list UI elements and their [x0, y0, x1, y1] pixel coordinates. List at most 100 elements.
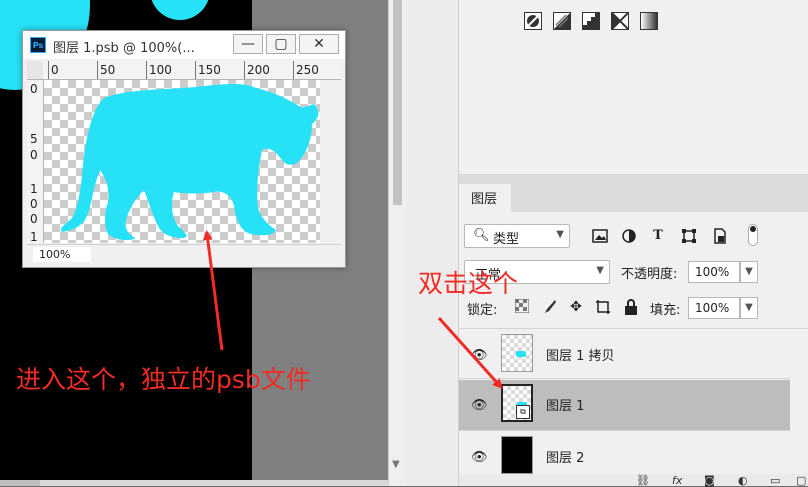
zoom-field[interactable]: 100%: [33, 247, 91, 262]
type-layer-filter-icon[interactable]: T: [650, 228, 666, 244]
filter-toggle[interactable]: [748, 224, 758, 246]
smart-object-badge-icon: ⧉: [516, 405, 530, 419]
layer-filter-value: 类型: [493, 232, 520, 247]
ruler-tick-label: 1: [30, 230, 38, 243]
tiger-silhouette: [60, 84, 319, 241]
canvas-vertical-scrollbar[interactable]: ▼: [388, 0, 407, 486]
ruler-tick-label: 0: [51, 63, 59, 77]
opacity-dropdown[interactable]: ▼: [740, 261, 758, 283]
canvas-cyan-shape-2: [150, 0, 210, 20]
fill-input[interactable]: 100%: [688, 297, 740, 319]
gradient-map-icon[interactable]: [640, 12, 658, 30]
lock-position-icon[interactable]: ✥: [568, 299, 584, 315]
eye-icon[interactable]: 👁︎: [471, 348, 488, 363]
ruler-tick: [97, 61, 98, 79]
layer-filter-select[interactable]: 🔍︎ 类型 ▼: [464, 224, 570, 248]
fill-dropdown[interactable]: ▼: [740, 297, 758, 319]
maximize-icon: ▢: [274, 36, 288, 52]
scroll-down-icon[interactable]: ▼: [392, 459, 400, 470]
ruler-tick-label: 0: [30, 197, 38, 211]
ruler-tick: [48, 61, 49, 79]
minimize-button[interactable]: —: [233, 34, 263, 54]
ruler-tick-label: 150: [198, 63, 221, 77]
ruler-tick: [195, 61, 196, 79]
layer-name[interactable]: 图层 1: [546, 395, 584, 414]
fill-label: 填充:: [650, 303, 681, 318]
tab-layers-label: 图层: [471, 192, 498, 207]
threshold-icon[interactable]: [611, 12, 629, 30]
scrollbar-thumb[interactable]: [0, 480, 40, 486]
black-white-icon[interactable]: [553, 12, 571, 30]
adjustment-icon[interactable]: ◐: [738, 474, 748, 487]
layers-scrollbar[interactable]: [790, 330, 808, 475]
eye-icon[interactable]: 👁︎: [471, 398, 488, 413]
ruler-tick-label: 50: [100, 63, 116, 77]
canvas-horizontal-scrollbar[interactable]: [0, 480, 388, 486]
annotation-double-click: 双击这个: [418, 269, 519, 298]
row-separator: [459, 430, 808, 431]
opacity-label: 不透明度:: [621, 267, 678, 282]
mask-icon[interactable]: ◙: [704, 474, 715, 487]
pixel-layer-filter-icon[interactable]: [592, 228, 608, 244]
layer-row-copy[interactable]: 👁︎ 图层 1 拷贝: [459, 330, 808, 380]
scrollbar-thumb[interactable]: [393, 0, 402, 205]
ruler-tick-label: 5: [30, 132, 38, 146]
row-separator: [459, 378, 808, 379]
ruler-tick-label: 1: [30, 182, 38, 196]
folder-icon[interactable]: ▭: [770, 474, 780, 487]
fx-icon[interactable]: fx: [672, 474, 682, 487]
chevron-down-icon: ▼: [596, 265, 604, 276]
smart-object-thumbnail[interactable]: ⧉: [501, 384, 533, 422]
close-button[interactable]: ✕: [299, 34, 339, 54]
adjustment-layer-filter-icon[interactable]: [621, 228, 637, 244]
layers-tabbar: [511, 184, 808, 212]
tab-layers[interactable]: 图层: [459, 184, 511, 212]
new-layer-icon[interactable]: ▢: [796, 474, 806, 487]
ruler-tick-label: 250: [296, 63, 319, 77]
document-titlebar[interactable]: Ps 图层 1.psb @ 100%(... — ▢ ✕: [23, 31, 345, 59]
selective-color-icon[interactable]: [524, 12, 542, 30]
lock-all-icon[interactable]: [623, 299, 639, 315]
lock-label: 锁定:: [467, 303, 498, 318]
ruler-tick: [293, 61, 294, 79]
layers-footer: [459, 474, 808, 486]
ruler-origin[interactable]: [27, 61, 44, 80]
layer-thumbnail[interactable]: [501, 334, 533, 372]
document-canvas[interactable]: [44, 80, 320, 243]
layer-name[interactable]: 图层 1 拷贝: [546, 345, 615, 364]
psb-document-window[interactable]: Ps 图层 1.psb @ 100%(... — ▢ ✕ 0 50 100 15…: [22, 30, 346, 268]
minimize-icon: —: [241, 36, 255, 52]
photoshop-icon: Ps: [30, 37, 46, 53]
vertical-ruler[interactable]: 0 5 0 1 0 0 1: [27, 80, 44, 243]
opacity-input[interactable]: 100%: [688, 261, 740, 283]
search-icon: 🔍︎: [473, 228, 490, 243]
layer-thumbnail[interactable]: [501, 436, 533, 474]
shape-layer-filter-icon[interactable]: [681, 228, 697, 244]
maximize-button[interactable]: ▢: [266, 34, 296, 54]
panel-separator: [459, 174, 808, 184]
document-statusbar: 100%: [27, 244, 341, 265]
layer-row-smart-object[interactable]: 👁︎ ⧉ 图层 1: [459, 380, 808, 430]
close-icon: ✕: [313, 36, 325, 52]
eye-icon[interactable]: 👁︎: [471, 450, 488, 465]
row-separator: [459, 328, 808, 329]
toggle-dot: [750, 226, 756, 232]
ruler-tick-label: 0: [30, 82, 38, 96]
ruler-tick-label: 200: [247, 63, 270, 77]
document-title: 图层 1.psb @ 100%(...: [53, 41, 195, 56]
lock-image-pixels-icon[interactable]: [541, 299, 557, 315]
smart-object-filter-icon[interactable]: [712, 228, 728, 244]
lock-transparent-pixels-icon[interactable]: [514, 298, 530, 315]
lock-artboard-icon[interactable]: [595, 299, 611, 315]
panel-collapsed-strip: [406, 0, 458, 486]
ruler-tick-label: 0: [30, 148, 38, 162]
annotation-enter-psb: 进入这个，独立的psb文件: [16, 365, 311, 394]
ruler-tick: [146, 61, 147, 79]
posterize-icon[interactable]: [582, 12, 600, 30]
link-icon[interactable]: ⛓: [636, 474, 650, 487]
layer-name[interactable]: 图层 2: [546, 447, 584, 466]
horizontal-ruler[interactable]: 0 50 100 150 200 250: [43, 61, 341, 80]
document-vertical-scrollbar[interactable]: [320, 80, 341, 243]
chevron-down-icon: ▼: [556, 229, 564, 240]
thumbnail-content: [516, 351, 526, 357]
